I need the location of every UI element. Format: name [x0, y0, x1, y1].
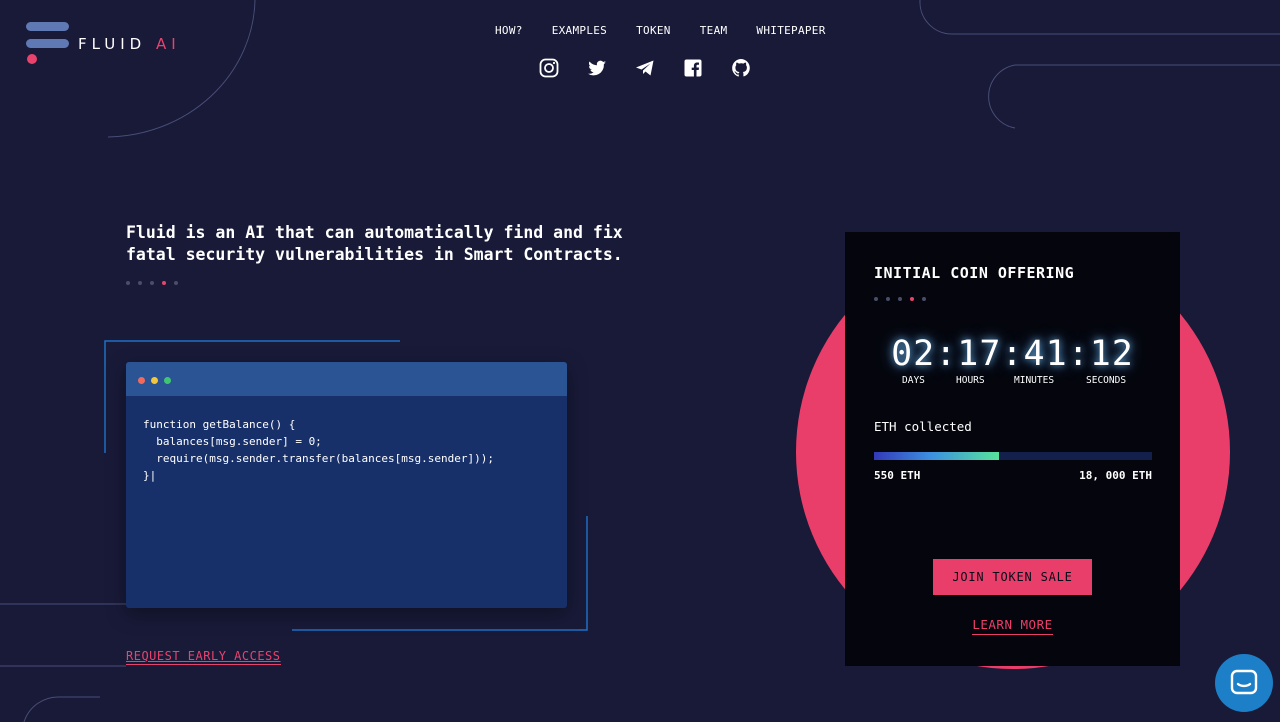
slide-dot-active[interactable]	[162, 281, 166, 285]
instagram-icon[interactable]	[539, 58, 559, 78]
minimize-dot-icon	[151, 377, 158, 384]
nav-token[interactable]: TOKEN	[636, 24, 671, 37]
slide-dot[interactable]	[150, 281, 154, 285]
ico-card: INITIAL COIN OFFERING 02:17:41:12 DAYS H…	[845, 232, 1180, 666]
eth-collected-label: ETH collected	[874, 419, 972, 434]
telegram-icon[interactable]	[635, 58, 655, 78]
slide-dot[interactable]	[898, 297, 902, 301]
social-links	[539, 58, 779, 78]
learn-more-link[interactable]: LEARN MORE	[972, 617, 1053, 635]
progress-min-value: 550 ETH	[874, 469, 921, 482]
logo-dot-icon	[27, 54, 37, 64]
slide-dot[interactable]	[174, 281, 178, 285]
chat-widget-button[interactable]	[1215, 654, 1273, 712]
slide-dot-active[interactable]	[910, 297, 914, 301]
logo-bar-icon	[26, 22, 69, 31]
github-icon[interactable]	[731, 58, 751, 78]
code-window-titlebar	[126, 362, 567, 396]
hero-slide-dots	[126, 281, 178, 285]
countdown-label-minutes: MINUTES	[1014, 375, 1055, 386]
slide-dot[interactable]	[126, 281, 130, 285]
maximize-dot-icon	[164, 377, 171, 384]
countdown-label-hours: HOURS	[956, 375, 985, 386]
progress-max-value: 18, 000 ETH	[1079, 469, 1152, 482]
facebook-icon[interactable]	[683, 58, 703, 78]
twitter-icon[interactable]	[587, 58, 607, 78]
nav-examples[interactable]: EXAMPLES	[552, 24, 607, 37]
slide-dot[interactable]	[138, 281, 142, 285]
code-line: balances[msg.sender] = 0;	[143, 435, 322, 448]
slide-dot[interactable]	[922, 297, 926, 301]
headline-line: fatal security vulnerabilities in Smart …	[126, 245, 623, 264]
close-dot-icon	[138, 377, 145, 384]
countdown-label-days: DAYS	[902, 375, 925, 386]
hero-headline: Fluid is an AI that can automatically fi…	[126, 222, 666, 266]
slide-dot[interactable]	[874, 297, 878, 301]
chat-icon	[1230, 669, 1258, 695]
code-editor-window: function getBalance() { balances[msg.sen…	[126, 362, 567, 608]
eth-progress-fill	[874, 452, 1000, 460]
code-line: require(msg.sender.transfer(balances[msg…	[143, 452, 494, 465]
nav-team[interactable]: TEAM	[700, 24, 728, 37]
countdown-timer: 02:17:41:12	[891, 334, 1134, 374]
eth-progress-bar	[874, 452, 1152, 460]
main-nav: HOW? EXAMPLES TOKEN TEAM WHITEPAPER	[495, 24, 855, 37]
nav-how[interactable]: HOW?	[495, 24, 523, 37]
headline-line: Fluid is an AI that can automatically fi…	[126, 223, 623, 242]
join-token-sale-button[interactable]: JOIN TOKEN SALE	[933, 559, 1092, 595]
code-line: function getBalance() {	[143, 418, 296, 431]
request-early-access-link[interactable]: REQUEST EARLY ACCESS	[126, 649, 281, 665]
nav-whitepaper[interactable]: WHITEPAPER	[756, 24, 825, 37]
logo[interactable]: FLUID AI	[26, 22, 216, 66]
logo-wordmark: FLUID AI	[78, 35, 181, 53]
code-line: }|	[143, 469, 157, 482]
logo-bar-icon	[26, 39, 69, 48]
ico-title: INITIAL COIN OFFERING	[874, 264, 1075, 282]
countdown-label-seconds: SECONDS	[1086, 375, 1127, 386]
code-content[interactable]: function getBalance() { balances[msg.sen…	[126, 396, 567, 504]
slide-dot[interactable]	[886, 297, 890, 301]
ico-slide-dots	[874, 297, 926, 301]
learn-more-link-wrapper: LEARN MORE	[845, 617, 1180, 635]
